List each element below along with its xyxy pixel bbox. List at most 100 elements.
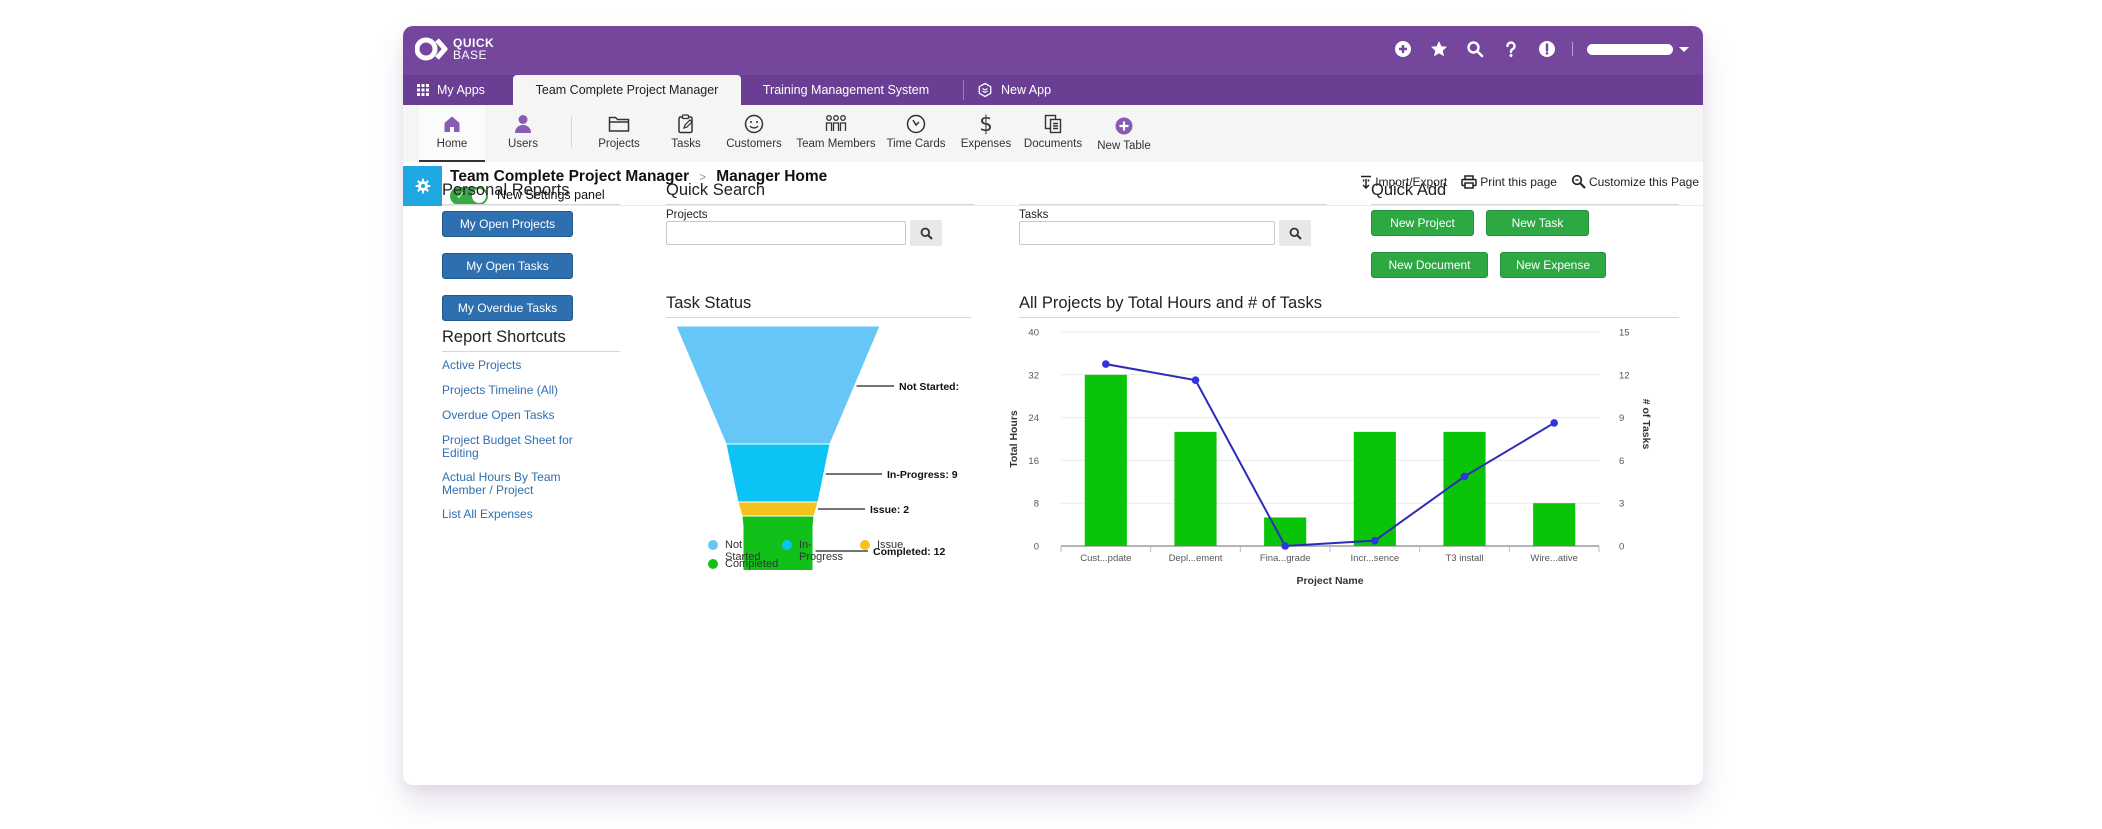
plus-circle-icon xyxy=(1115,117,1133,135)
printer-icon xyxy=(1461,174,1477,189)
y2-tick-label: 0 xyxy=(1619,542,1624,553)
funnel-segment-not-started[interactable] xyxy=(675,325,881,445)
line-point-4[interactable] xyxy=(1371,536,1379,545)
line-point-6[interactable] xyxy=(1550,419,1558,427)
clipboard-icon xyxy=(678,114,693,134)
my-overdue-tasks-button[interactable]: My Overdue Tasks xyxy=(442,295,573,321)
nav-label: Tasks xyxy=(671,138,701,150)
nav-users[interactable]: Users xyxy=(493,105,553,162)
legend-item[interactable]: Issue xyxy=(860,539,920,551)
nav-time-cards[interactable]: Time Cards xyxy=(883,105,949,162)
line-point-2[interactable] xyxy=(1191,376,1200,384)
search-icon xyxy=(1289,227,1302,240)
user-menu[interactable] xyxy=(1587,43,1673,55)
brand-line2: BASE xyxy=(453,48,488,62)
personal-reports-title: Personal Reports xyxy=(442,181,570,199)
bar-1[interactable] xyxy=(1084,374,1127,546)
new-app-icon xyxy=(978,82,992,98)
settings-button[interactable] xyxy=(403,166,442,206)
top-bar: QUICK BASE xyxy=(403,26,1703,75)
legend-item[interactable]: Completed xyxy=(708,558,778,570)
bar-6[interactable] xyxy=(1533,503,1576,546)
y-tick-label: 24 xyxy=(1028,413,1039,424)
new-document-button[interactable]: New Document xyxy=(1371,252,1488,278)
tab-training-management-system[interactable]: Training Management System xyxy=(741,75,951,105)
shortcut-link[interactable]: List All Expenses xyxy=(442,508,582,521)
legend-label: Issue xyxy=(877,539,904,551)
quickbase-logo[interactable]: QUICK BASE xyxy=(415,36,494,62)
funnel-segment-in-progress[interactable] xyxy=(725,443,831,503)
new-project-button[interactable]: New Project xyxy=(1371,210,1474,236)
folder-icon xyxy=(608,116,630,132)
line-point-1[interactable] xyxy=(1102,360,1110,368)
nav-label: Home xyxy=(436,138,468,150)
line-point-5[interactable] xyxy=(1460,472,1469,481)
projects-search-button[interactable] xyxy=(910,220,942,246)
new-expense-button[interactable]: New Expense xyxy=(1500,252,1606,278)
tasks-search-button[interactable] xyxy=(1279,220,1311,246)
shortcut-link[interactable]: Active Projects xyxy=(442,359,582,372)
page-header: Team Complete Project Manager > Manager … xyxy=(403,164,1703,206)
bar-3[interactable] xyxy=(1264,517,1307,546)
legend-label: In- Progress xyxy=(799,539,844,563)
shortcut-link[interactable]: Projects Timeline (All) xyxy=(442,384,582,397)
divider xyxy=(1019,317,1679,318)
projects-search-input[interactable] xyxy=(666,221,906,245)
tab-my-apps[interactable]: My Apps xyxy=(417,75,513,105)
tasks-search-label: Tasks xyxy=(1019,209,1049,221)
line-series-actual-hours xyxy=(1105,363,1555,548)
plus-circle-icon[interactable] xyxy=(1392,38,1414,60)
help-icon[interactable] xyxy=(1500,38,1522,60)
divider xyxy=(442,351,620,352)
divider xyxy=(442,204,620,205)
y2-tick-label: 3 xyxy=(1619,499,1624,510)
divider xyxy=(666,317,971,318)
x-tick-label: T3 install xyxy=(1445,553,1483,564)
legend-swatch xyxy=(782,540,792,550)
chevron-down-icon[interactable] xyxy=(1679,46,1689,52)
customize-page-button[interactable]: Customize this Page xyxy=(1571,174,1699,189)
my-open-projects-button[interactable]: My Open Projects xyxy=(442,211,573,237)
app-tabs: My Apps Team Complete Project Manager Tr… xyxy=(403,75,1703,105)
x-axis-title: Project Name xyxy=(1296,575,1363,587)
nav-documents[interactable]: Documents xyxy=(1019,105,1087,162)
tab-team-complete-project-manager[interactable]: Team Complete Project Manager xyxy=(513,75,741,105)
nav-expenses[interactable]: $ Expenses xyxy=(957,105,1015,162)
alert-icon[interactable] xyxy=(1536,38,1558,60)
nav-label: Documents xyxy=(1023,138,1083,150)
bar-5[interactable] xyxy=(1443,431,1486,546)
divider xyxy=(1019,204,1327,205)
bar-2[interactable] xyxy=(1174,431,1217,546)
x-tick-label: Incr...sence xyxy=(1351,553,1400,564)
tasks-search-input[interactable] xyxy=(1019,221,1275,245)
tab-label: Team Complete Project Manager xyxy=(535,83,719,97)
nav-home[interactable]: Home xyxy=(419,105,485,162)
line-point-3[interactable] xyxy=(1281,542,1289,550)
projects-hours-tasks-chart: 0 8 16 24 32 40 0 3 6 9 12 15 Cust...pdate Depl...eme… xyxy=(1008,328,1652,588)
user-icon xyxy=(515,115,531,133)
task-status-title: Task Status xyxy=(666,294,752,312)
funnel-data-label: In-Progress: 9 xyxy=(887,469,958,481)
nav-team-members[interactable]: Team Members xyxy=(793,105,879,162)
my-open-tasks-button[interactable]: My Open Tasks xyxy=(442,253,573,279)
search-icon xyxy=(920,227,933,240)
shortcut-link[interactable]: Actual Hours By Team Member / Project xyxy=(442,471,567,496)
nav-tasks[interactable]: Tasks xyxy=(661,105,711,162)
home-icon xyxy=(444,116,460,132)
legend-label: Completed xyxy=(725,558,779,570)
nav-new-table[interactable]: New Table xyxy=(1093,105,1155,162)
logo-icon xyxy=(415,37,448,61)
shortcut-link[interactable]: Overdue Open Tasks xyxy=(442,409,582,422)
tab-new-app[interactable]: New App xyxy=(977,75,1067,105)
shortcut-link[interactable]: Project Budget Sheet for Editing xyxy=(442,434,577,459)
nav-customers[interactable]: Customers xyxy=(721,105,787,162)
star-icon[interactable] xyxy=(1428,38,1450,60)
print-button[interactable]: Print this page xyxy=(1461,175,1557,189)
projects-chart-title: All Projects by Total Hours and # of Tas… xyxy=(1019,294,1322,312)
new-task-button[interactable]: New Task xyxy=(1486,210,1589,236)
legend-item[interactable]: In- Progress xyxy=(782,539,844,563)
divider xyxy=(1371,204,1679,205)
nav-projects[interactable]: Projects xyxy=(587,105,651,162)
funnel-segment-issue[interactable] xyxy=(737,501,819,517)
search-icon[interactable] xyxy=(1464,38,1486,60)
